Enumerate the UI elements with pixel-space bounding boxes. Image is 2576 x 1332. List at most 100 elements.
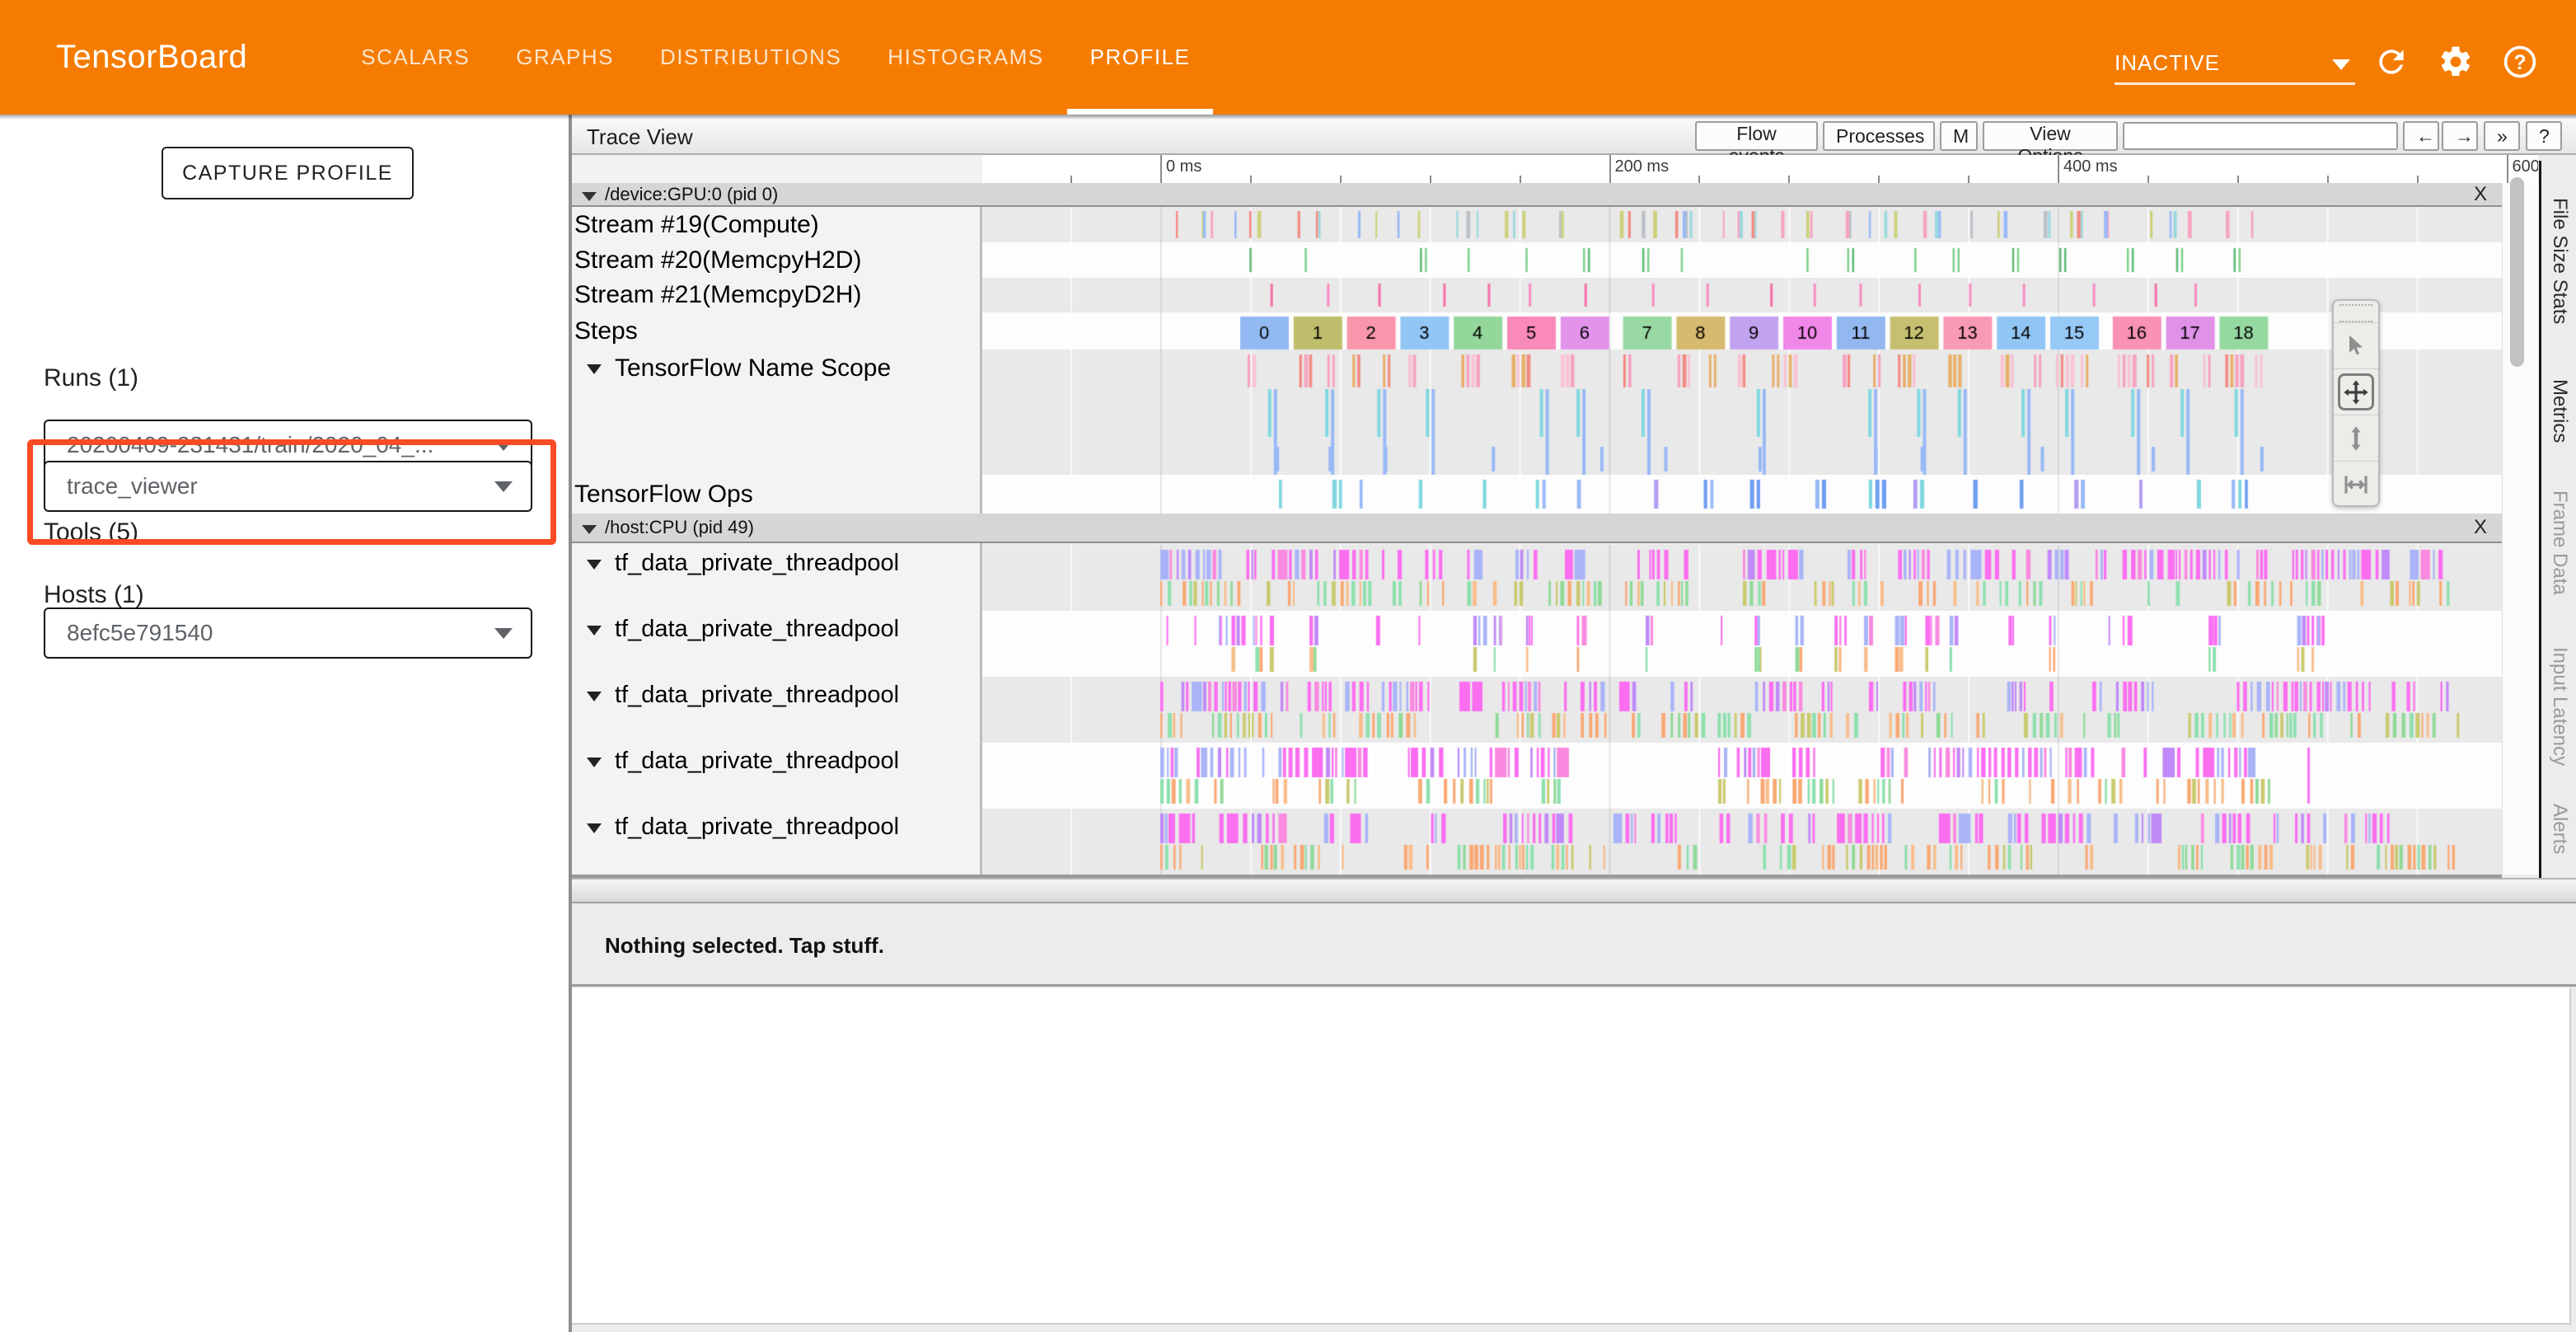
scrollbar-thumb[interactable] [2510,177,2524,367]
more-button[interactable]: » [2484,121,2520,151]
ruler-tick [2417,176,2419,183]
ruler-label: 200 ms [1615,157,1670,176]
ruler-tick [1160,155,1162,183]
status-label: INACTIVE [2115,50,2220,76]
chevron-down-icon [2332,59,2350,70]
detail-panel-message: Nothing selected. Tap stuff. [605,933,884,959]
process-title: /host:CPU (pid 49) [605,517,754,538]
ruler-tick [1250,176,1252,183]
shortcuts-button[interactable]: ? [2526,121,2562,151]
ruler-tick [1878,176,1880,183]
close-section-button[interactable]: X [2474,183,2487,206]
ruler-tick [1609,155,1611,183]
trace-row-label: Stream #21(MemcpyD2H) [574,281,861,309]
view-options-button[interactable]: View Options [1983,121,2118,151]
tab-scalars[interactable]: SCALARS [338,0,493,115]
ruler-tick [1430,176,1431,183]
collapse-triangle-icon[interactable] [587,692,602,701]
pan-left-button[interactable]: ← [2403,121,2439,151]
ruler-tick [1788,176,1790,183]
chevron-down-icon [494,628,513,639]
help-icon[interactable]: ? [2502,44,2538,80]
pan-tool-icon[interactable] [2334,368,2378,415]
trace-row-label: tf_data_private_threadpool [615,616,899,643]
collapse-triangle-icon[interactable] [587,823,602,833]
side-tab-frame-data[interactable]: Frame Data [2548,490,2571,595]
trace-row-label: Steps [574,317,638,345]
collapse-triangle-icon[interactable] [587,626,602,636]
side-tab-file-size-stats[interactable]: File Size Stats [2548,198,2571,324]
trace-row-label: Stream #20(MemcpyH2D) [574,246,861,274]
flow-events-button[interactable]: Flow events [1695,121,1818,151]
nav-tabs: SCALARSGRAPHSDISTRIBUTIONSHISTOGRAMSPROF… [338,0,1213,115]
trace-row-label: TensorFlow Ops [574,481,753,509]
tensorboard-app: TensorBoard SCALARSGRAPHSDISTRIBUTIONSHI… [0,0,2576,1332]
trace-row-label: tf_data_private_threadpool [615,814,899,841]
timeline-ruler: 0 ms 200 ms 400 ms 600 [572,155,2538,183]
header-shadow [0,115,2576,120]
side-tab-metrics[interactable]: Metrics [2548,379,2571,443]
collapse-triangle-icon[interactable] [582,525,597,534]
process-section-header[interactable]: /device:GPU:0 (pid 0) X [572,183,2502,207]
hosts-label: Hosts (1) [44,581,144,609]
tab-profile[interactable]: PROFILE [1067,0,1214,115]
tab-distributions[interactable]: DISTRIBUTIONS [637,0,864,115]
runs-label: Runs (1) [44,364,138,392]
trace-body: /device:GPU:0 (pid 0) X Stream #19(Compute… [572,183,2502,878]
ruler-tick [1698,176,1700,183]
tab-histograms[interactable]: HISTOGRAMS [864,0,1066,115]
timing-tool-icon[interactable] [2334,461,2378,507]
tools-select-value: trace_viewer [67,473,198,500]
select-tool-icon[interactable] [2334,322,2378,368]
trace-search-input[interactable] [2123,122,2398,150]
processes-button[interactable]: Processes [1823,121,1935,151]
status-dropdown[interactable]: INACTIVE [2115,43,2355,85]
zoom-tool-icon[interactable] [2334,415,2378,461]
app-header: TensorBoard SCALARSGRAPHSDISTRIBUTIONSHI… [0,0,2576,115]
sidebar: CAPTURE PROFILE Runs (1) 20200409-231431… [0,115,569,1332]
tab-graphs[interactable]: GRAPHS [493,0,637,115]
hosts-select[interactable]: 8efc5e791540 [44,607,532,659]
ruler-tick [1340,176,1342,183]
trace-view-title: Trace View [587,124,693,150]
refresh-icon[interactable] [2373,44,2410,80]
ruler-label: 0 ms [1166,157,1201,176]
ruler-tick [2058,155,2059,183]
trace-row-label: TensorFlow Name Scope [615,354,891,382]
trace-row-label: Stream #19(Compute) [574,211,819,239]
pan-right-button[interactable]: → [2442,121,2478,151]
palette-drag-handle[interactable] [2339,304,2372,322]
analysis-side-tabs: File Size Stats Metrics Frame Data Input La… [2541,161,2576,878]
trace-view-toolbar: Trace View Flow eventsProcessesMView Opt… [572,118,2576,155]
tools-label: Tools (5) [44,518,138,546]
collapse-triangle-icon[interactable] [587,364,602,374]
collapse-triangle-icon[interactable] [582,192,597,201]
ruler-label: 600 [2513,157,2539,176]
collapse-triangle-icon[interactable] [587,560,602,570]
tensorboard-logo: TensorBoard [56,39,247,76]
horizontal-splitter[interactable] [572,878,2576,903]
collapse-triangle-icon[interactable] [587,757,602,767]
m-button[interactable]: M [1940,121,1978,151]
hosts-select-value: 8efc5e791540 [67,620,213,646]
trace-row-label: tf_data_private_threadpool [615,748,899,775]
trace-row-label: tf_data_private_threadpool [615,682,899,709]
side-tab-input-latency[interactable]: Input Latency [2548,647,2571,766]
tools-select[interactable]: trace_viewer [44,461,532,512]
ruler-tick [1520,176,1521,183]
settings-gear-icon[interactable] [2438,44,2474,80]
detail-panel-header: Nothing selected. Tap stuff. [572,903,2576,987]
ruler-label: 400 ms [2063,157,2118,176]
ruler-track [982,155,2538,183]
capture-profile-button[interactable]: CAPTURE PROFILE [162,147,414,199]
ruler-tick [2327,176,2329,183]
chevron-down-icon [494,481,513,492]
close-section-button[interactable]: X [2474,516,2487,539]
ruler-tick [2147,176,2149,183]
side-tab-alerts[interactable]: Alerts [2548,804,2571,854]
runs-select-value: 20200409-231431/train/2020_04_... [67,432,433,458]
process-title: /device:GPU:0 (pid 0) [605,184,778,205]
trace-tool-palette[interactable] [2332,299,2380,507]
trace-row-label: tf_data_private_threadpool [615,550,899,577]
process-section-header[interactable]: /host:CPU (pid 49) X [572,514,2502,543]
